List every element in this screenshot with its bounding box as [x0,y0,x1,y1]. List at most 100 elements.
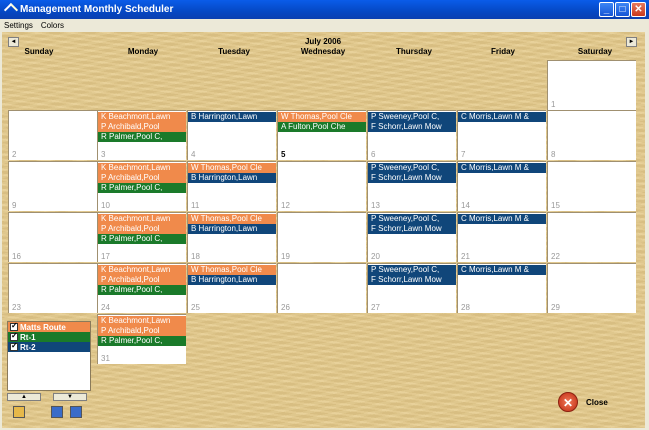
event-item[interactable]: R Palmer,Pool C, [98,234,186,244]
scroll-down-button[interactable]: ▼ [53,393,87,401]
day-number: 27 [371,303,380,312]
day-cell[interactable]: 26 [277,263,366,313]
route-checkbox[interactable] [10,321,18,331]
day-cell[interactable]: C Morris,Lawn M & 28 [457,263,546,313]
day-cell[interactable]: K Beachmont,Lawn P Archibald,Pool R Palmer… [97,110,186,160]
event-item[interactable]: K Beachmont,Lawn [98,112,186,122]
window-title: Management Monthly Scheduler [20,4,174,15]
day-cell[interactable]: 15 [547,161,636,211]
event-item[interactable]: P Archibald,Pool [98,326,186,336]
event-item[interactable]: F Schorr,Lawn Mow [368,173,456,183]
day-cell[interactable]: C Morris,Lawn M & 14 [457,161,546,211]
event-item[interactable]: K Beachmont,Lawn [98,316,186,326]
event-item[interactable]: P Archibald,Pool [98,275,186,285]
event-item[interactable]: R Palmer,Pool C, [98,132,186,142]
day-cell[interactable]: P Sweeney,Pool C, F Schorr,Lawn Mow 27 [367,263,456,313]
event-item[interactable]: P Sweeney,Pool C, [368,265,456,275]
event-item[interactable]: F Schorr,Lawn Mow [368,122,456,132]
day-cell[interactable]: W Thomas,Pool Cle B Harrington,Lawn 18 [187,212,276,262]
close-control[interactable]: ✕ Close [558,392,608,412]
route-filter-item[interactable]: Rt-1 [8,331,90,342]
weekday-header: Tuesday [218,47,250,56]
day-cell[interactable]: K Beachmont,Lawn P Archibald,Pool R Palmer… [97,263,186,313]
day-cell[interactable]: C Morris,Lawn M & 21 [457,212,546,262]
day-number: 2 [12,150,17,159]
route-filter-item[interactable]: Matts Route [8,321,90,332]
event-item[interactable]: P Sweeney,Pool C, [368,214,456,224]
event-item[interactable]: P Sweeney,Pool C, [368,163,456,173]
day-cell[interactable]: 19 [277,212,366,262]
close-icon[interactable]: ✕ [558,392,578,412]
weekday-header: Thursday [395,47,432,56]
day-number: 24 [101,303,110,312]
next-month-button[interactable]: ► [626,37,637,47]
event-item[interactable]: K Beachmont,Lawn [98,265,186,275]
day-cell[interactable]: 12 [277,161,366,211]
menu-colors[interactable]: Colors [37,21,68,30]
event-item[interactable]: P Archibald,Pool [98,122,186,132]
day-cell[interactable]: K Beachmont,Lawn P Archibald,Pool R Palmer… [97,161,186,211]
day-cell[interactable]: W Thomas,Pool Cle A Fulton,Pool Che 5 [277,110,366,160]
event-item[interactable]: C Morris,Lawn M & [458,163,546,173]
route-checkbox[interactable] [10,331,18,341]
event-item[interactable]: F Schorr,Lawn Mow [368,275,456,285]
event-item[interactable]: W Thomas,Pool Cle [188,163,276,173]
event-item[interactable]: R Palmer,Pool C, [98,285,186,295]
weekday-header: Wednesday [300,47,346,56]
day-cell[interactable]: 1 [547,60,636,110]
event-item[interactable]: C Morris,Lawn M & [458,214,546,224]
maximize-button[interactable]: □ [615,2,630,17]
event-item[interactable]: W Thomas,Pool Cle [188,214,276,224]
event-item[interactable]: B Harrington,Lawn [188,275,276,285]
day-number: 26 [281,303,290,312]
day-cell[interactable]: B Harrington,Lawn 4 [187,110,276,160]
day-cell[interactable]: W Thomas,Pool Cle B Harrington,Lawn 11 [187,161,276,211]
down-icon[interactable] [70,406,82,418]
day-cell[interactable]: 9 [8,161,97,211]
route-checkbox[interactable] [10,341,18,351]
day-cell[interactable]: 8 [547,110,636,160]
event-item[interactable]: W Thomas,Pool Cle [188,265,276,275]
day-cell[interactable]: P Sweeney,Pool C, F Schorr,Lawn Mow 20 [367,212,456,262]
day-cell[interactable]: 29 [547,263,636,313]
day-cell[interactable]: K Beachmont,Lawn P Archibald,Pool R Palmer… [97,212,186,262]
minimize-button[interactable]: _ [599,2,614,17]
day-cell[interactable]: P Sweeney,Pool C, F Schorr,Lawn Mow 13 [367,161,456,211]
event-item[interactable]: R Palmer,Pool C, [98,336,186,346]
day-number: 18 [191,252,200,261]
scroll-up-button[interactable]: ▲ [7,393,41,401]
event-item[interactable]: C Morris,Lawn M & [458,265,546,275]
event-item[interactable]: C Morris,Lawn M & [458,112,546,122]
event-item[interactable]: P Archibald,Pool [98,173,186,183]
day-cell[interactable]: P Sweeney,Pool C, F Schorr,Lawn Mow 6 [367,110,456,160]
day-cell[interactable]: K Beachmont,Lawn P Archibald,Pool R Palmer… [97,314,186,364]
prev-month-button[interactable]: ◄ [8,37,19,47]
event-item[interactable]: B Harrington,Lawn [188,112,276,122]
event-item[interactable]: R Palmer,Pool C, [98,183,186,193]
event-item[interactable]: F Schorr,Lawn Mow [368,224,456,234]
event-item[interactable]: K Beachmont,Lawn [98,163,186,173]
route-filter-item[interactable]: Rt-2 [8,341,90,352]
day-cell[interactable]: 16 [8,212,97,262]
day-number: 10 [101,201,110,210]
event-item[interactable]: W Thomas,Pool Cle [278,112,366,122]
event-item[interactable]: P Archibald,Pool [98,224,186,234]
weekday-header: Saturday [577,47,613,56]
day-cell[interactable]: W Thomas,Pool Cle B Harrington,Lawn 25 [187,263,276,313]
menu-settings[interactable]: Settings [0,21,37,30]
up-icon[interactable] [51,406,63,418]
event-item[interactable]: A Fulton,Pool Che [278,122,366,132]
day-number: 16 [12,252,21,261]
folder-icon[interactable] [13,406,25,418]
event-item[interactable]: P Sweeney,Pool C, [368,112,456,122]
window-close-button[interactable]: ✕ [631,2,646,17]
event-item[interactable]: B Harrington,Lawn [188,224,276,234]
event-item[interactable]: K Beachmont,Lawn [98,214,186,224]
day-cell[interactable]: 23 [8,263,97,313]
day-number: 15 [551,201,560,210]
day-cell[interactable]: 2 [8,110,97,160]
event-item[interactable]: B Harrington,Lawn [188,173,276,183]
close-label[interactable]: Close [586,398,608,407]
day-cell[interactable]: 22 [547,212,636,262]
day-cell[interactable]: C Morris,Lawn M & 7 [457,110,546,160]
